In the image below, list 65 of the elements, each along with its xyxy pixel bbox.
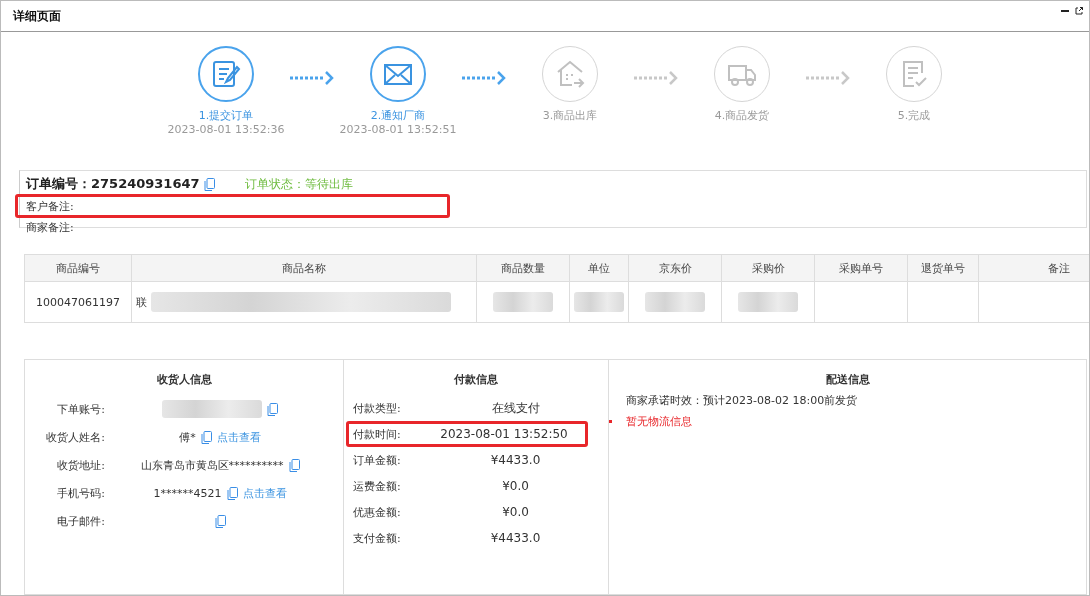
- view-link[interactable]: 点击查看: [242, 485, 287, 501]
- step-label: 4.商品发货: [714, 108, 770, 123]
- order-number: 订单编号：275240931647: [26, 175, 200, 193]
- field-label: 支付金额:: [353, 530, 402, 546]
- field-value: ¥4433.0: [489, 453, 542, 467]
- copy-icon[interactable]: [203, 177, 215, 191]
- dotted-arrow-icon: [805, 71, 851, 85]
- step-label: 3.商品出库: [542, 108, 598, 123]
- field-label: 优惠金额:: [353, 504, 402, 520]
- step-label: 2.通知厂商: [370, 108, 426, 123]
- edit-icon: [210, 58, 242, 90]
- copy-icon[interactable]: [226, 486, 238, 500]
- copy-icon[interactable]: [200, 430, 212, 444]
- field-label: 运费金额:: [353, 478, 402, 494]
- field-value: 傅*: [179, 429, 196, 445]
- field-label: 订单金额:: [353, 452, 402, 468]
- section-title: 付款信息: [453, 372, 499, 387]
- field-value: ¥0.0: [501, 479, 530, 493]
- column-header: 退货单号: [907, 254, 979, 282]
- column-header: 京东价: [628, 254, 722, 282]
- logistics-status: 暂无物流信息: [626, 414, 692, 429]
- bullet-icon: [609, 420, 612, 423]
- column-header: 采购单号: [814, 254, 908, 282]
- cell-text: 100047061197: [36, 295, 120, 309]
- copy-icon[interactable]: [267, 402, 278, 416]
- step-label: 5.完成: [897, 108, 931, 123]
- step-time: 2023-08-01 13:52:36: [167, 123, 285, 136]
- cell-text: 联: [136, 294, 147, 310]
- column-header: 备注: [978, 254, 1089, 282]
- remark-label: 客户备注:: [26, 198, 74, 214]
- delivery-promise: 商家承诺时效：预计2023-08-02 18:00前发货: [625, 393, 859, 408]
- window-title: 详细页面: [13, 7, 61, 25]
- dotted-arrow-icon: [289, 71, 335, 85]
- step-time: 2023-08-01 13:52:51: [339, 123, 457, 136]
- remark-label: 商家备注:: [26, 220, 74, 235]
- field-value: 在线支付: [490, 399, 541, 417]
- order-status: 订单状态：等待出库: [244, 175, 353, 193]
- copy-icon[interactable]: [288, 458, 300, 472]
- field-value: ¥0.0: [501, 505, 530, 519]
- field-label: 收货人姓名:: [45, 429, 105, 445]
- dotted-arrow-icon: [461, 71, 507, 85]
- field-label: 电子邮件:: [56, 513, 105, 529]
- field-label: 收货地址:: [56, 457, 105, 473]
- field-value: 2023-08-01 13:52:50: [439, 427, 569, 441]
- section-title: 收货人信息: [155, 372, 213, 387]
- dotted-arrow-icon: [633, 71, 679, 85]
- field-value: ¥4433.0: [489, 531, 542, 545]
- column-header: 单位: [569, 254, 629, 282]
- column-header: 商品数量: [476, 254, 570, 282]
- field-label: 付款时间:: [353, 426, 402, 442]
- field-label: 手机号码:: [56, 485, 105, 501]
- minimize-icon[interactable]: [1061, 7, 1069, 15]
- field-value: 山东青岛市黄岛区**********: [140, 457, 284, 473]
- section-title: 配送信息: [824, 372, 871, 387]
- field-label: 下单账号:: [56, 401, 105, 417]
- field-value: 1******4521: [153, 486, 222, 500]
- column-header: 商品编号: [24, 254, 132, 282]
- column-header: 商品名称: [131, 254, 477, 282]
- view-link[interactable]: 点击查看: [216, 429, 261, 445]
- copy-icon[interactable]: [214, 514, 226, 528]
- step-label: 1.提交订单: [198, 108, 254, 123]
- column-header: 采购价: [721, 254, 815, 282]
- popout-icon[interactable]: [1075, 7, 1083, 15]
- field-label: 付款类型:: [353, 400, 402, 416]
- table-cell: [907, 281, 979, 323]
